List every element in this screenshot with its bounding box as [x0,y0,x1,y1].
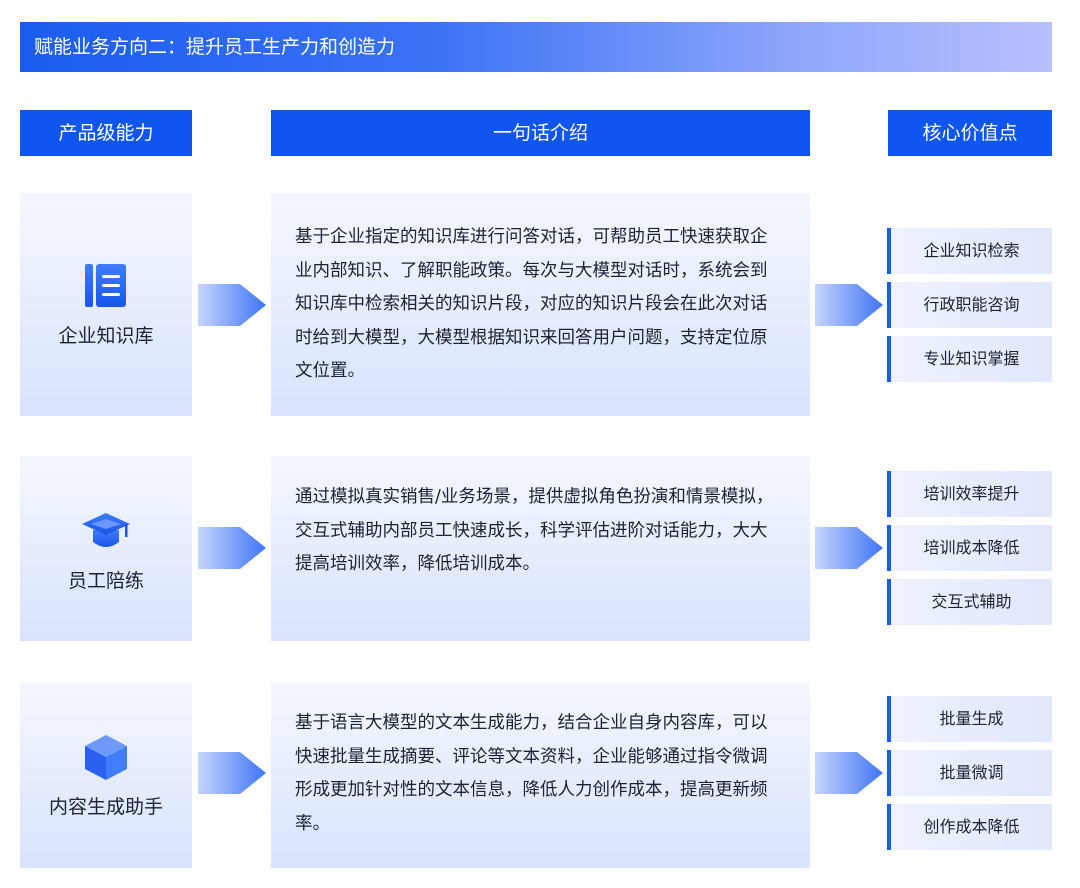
capability-card-knowledge-base: 企业知识库 [20,193,192,416]
header-intro: 一句话介绍 [271,110,810,156]
arrow-right-icon [815,527,883,569]
value-item: 创作成本降低 [887,804,1052,850]
value-item: 专业知识掌握 [887,336,1052,382]
value-item: 批量生成 [887,696,1052,742]
description-card-knowledge-base: 基于企业指定的知识库进行问答对话，可帮助员工快速获取企业内部知识、了解职能政策。… [271,193,810,416]
value-item: 行政职能咨询 [887,282,1052,328]
description-text: 基于企业指定的知识库进行问答对话，可帮助员工快速获取企业内部知识、了解职能政策。… [295,227,768,381]
arrow-right-icon [198,527,266,569]
capability-card-employee-training: 员工陪练 [20,456,192,641]
description-text: 通过模拟真实销售/业务场景，提供虚拟角色扮演和情景模拟，交互式辅助内部员工快速成… [295,487,774,574]
value-item: 培训效率提升 [887,471,1052,517]
description-card-employee-training: 通过模拟真实销售/业务场景，提供虚拟角色扮演和情景模拟，交互式辅助内部员工快速成… [271,456,810,641]
capability-label: 内容生成助手 [48,796,163,818]
header-value: 核心价值点 [888,110,1052,156]
value-item: 交互式辅助 [887,579,1052,625]
cube-icon [85,735,127,780]
capability-card-content-generation: 内容生成助手 [20,682,192,868]
arrow-right-icon [198,284,266,326]
document-icon [85,264,126,307]
graduation-cap-icon [82,513,130,547]
value-item: 培训成本降低 [887,525,1052,571]
description-card-content-generation: 基于语言大模型的文本生成能力，结合企业自身内容库，可以快速批量生成摘要、评论等文… [271,682,810,868]
value-item: 批量微调 [887,750,1052,796]
section-banner: 赋能业务方向二：提升员工生产力和创造力 [20,22,1052,72]
capability-label: 员工陪练 [67,570,144,592]
value-item: 企业知识检索 [887,228,1052,274]
arrow-right-icon [815,752,883,794]
arrow-right-icon [815,284,883,326]
arrow-right-icon [198,752,266,794]
description-text: 基于语言大模型的文本生成能力，结合企业自身内容库，可以快速批量生成摘要、评论等文… [295,713,768,834]
header-capability: 产品级能力 [20,110,192,156]
capability-label: 企业知识库 [58,325,154,347]
